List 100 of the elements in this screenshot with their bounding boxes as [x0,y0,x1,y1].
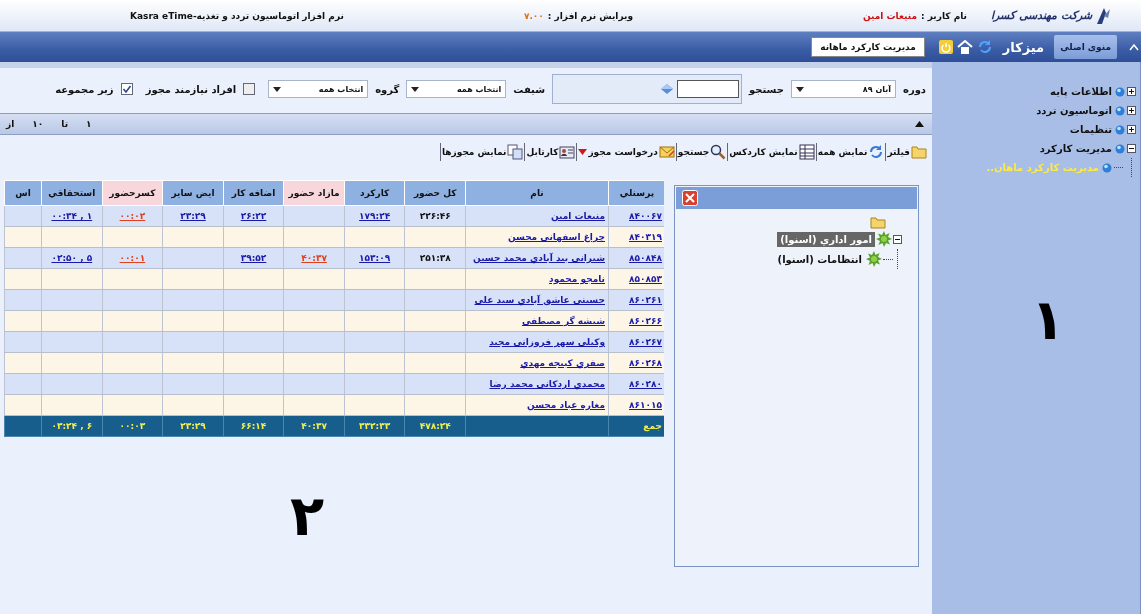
dropdown-caret-icon [578,149,588,155]
checkbox-label: زير مجموعه [55,83,114,95]
tree-node[interactable]: امور اداري (اسنوا) [777,231,875,247]
table-row[interactable]: ۸۶۰۲۸۰ محمدي اردکاني محمد رضا [4,373,664,395]
cell-link[interactable]: ۲۳:۲۹ [180,211,206,221]
checkbox-label: افراد نيازمند مجوز [145,83,237,95]
dropdown-field[interactable]: انتخاب همه [406,80,507,98]
table-row[interactable]: ۸۶۰۲۶۷ وکيلي سهر فروزاني مجيد [4,331,664,353]
burst-icon [866,251,882,267]
search-icon [710,144,727,160]
total-cell: جمع [608,415,664,437]
column-header[interactable]: اس [4,180,42,206]
expand-icon[interactable] [1127,106,1136,115]
column-header[interactable]: کارکرد [344,180,405,206]
table-row[interactable]: ۸۶۰۲۶۱ حسيني عاشق آبادي سيد علي [4,289,664,311]
column-header[interactable]: کسرحضور [102,180,163,206]
total-cell: ۴۷۸:۲۴ [404,415,466,437]
table-row[interactable]: ۸۴۰۳۱۹ چراغ اسفهاني محسن [4,226,664,248]
toolbar-button[interactable]: درخواست مجوز [576,143,676,161]
id-card-icon [559,144,576,160]
orb-icon [1115,105,1125,116]
orb-icon [1115,124,1125,135]
tree-node[interactable]: انتظامات (اسنوا) [774,251,865,267]
envelope-icon [658,144,675,160]
total-cell: ۳۳۲:۳۳ [344,415,405,437]
table-row[interactable]: ۸۶۰۲۶۸ صفري کبيجه مهدي [4,352,664,374]
total-cell: ۰۳:۲۴ , ۶ [41,415,103,437]
tree-item[interactable]: اطلاعات پايه [1049,86,1113,97]
table-row[interactable]: ۸۴۰۰۶۷ منيعات امين ۲۲۶:۴۶ ۱۷۹:۲۴ ۲۶:۲۲ ۲۳:۲۹ ۰۰:۰۲ ۰۰:۳۴ , ۱ [4,205,664,227]
chevron-icon[interactable] [1129,43,1139,51]
column-header[interactable]: کل حضور [404,180,466,206]
menu-tab[interactable]: منوی اصلی [1054,35,1117,59]
orb-icon [1115,86,1125,97]
dropdown-value: آبان ۸۹ [862,84,891,94]
column-header[interactable]: پرسنلي [608,180,664,206]
total-cell: ۴۰:۳۷ [283,415,345,437]
page-tab[interactable]: مديريت کارکرد ماهانه [811,37,925,57]
collapse-icon[interactable] [1127,144,1136,153]
caret-icon [411,86,420,92]
diamond-icon[interactable] [661,84,674,94]
dropdown-value: انتخاب همه [456,84,502,94]
home-icon[interactable] [956,40,973,54]
power-icon[interactable] [938,40,953,54]
pager-text: ۱ [86,119,92,129]
user-name: منيعات امين [863,10,917,21]
column-header[interactable]: نام [465,180,609,206]
expand-icon[interactable] [1127,87,1136,96]
caret-icon [796,86,804,92]
toolbar-button[interactable]: نمايش مجوزها [439,143,525,161]
field-label: گروه [375,83,400,95]
column-header[interactable]: مازاد حضور [283,180,345,206]
toolbar-button[interactable]: جستجو [675,143,728,161]
expand-icon[interactable] [1127,125,1136,134]
cell-link[interactable]: منيعات امين [551,211,605,221]
total-cell: ۲۳:۲۹ [162,415,224,437]
logo-icon [1095,6,1111,25]
table-row[interactable]: ۸۶۰۲۶۶ شيشه گر مصطفي [4,310,664,332]
toolbar-button[interactable]: نمايش کاردکس [727,143,816,161]
checkbox[interactable] [243,83,256,95]
annotation-number: ۱ [1030,292,1065,348]
table-row[interactable]: ۸۶۱۰۱۵ مغاره عباد محسن [4,394,664,416]
column-header[interactable]: ايض ساير [162,180,224,206]
dropdown-field[interactable]: انتخاب همه [268,80,369,98]
toolbar-button[interactable]: کارتابل [524,143,577,161]
refresh-icon [868,144,885,160]
tree-item[interactable]: تنظيمات [1068,124,1113,135]
table-row[interactable]: ۸۵۰۸۴۸ شيراني بيد آبادي محمد حسين ۲۵۱:۳۸ ۱۵۳:۰۹ ۴۰:۳۷ ۳۹:۵۲ ۰۰:۰۱ ۰۲:۵۰ , ۵ [4,247,664,269]
pager-text: تا [61,119,69,129]
burst-icon [876,231,892,247]
menu-tab[interactable]: ميزکار [996,35,1051,59]
orb-icon [1102,162,1112,173]
product-title: نرم افزار اتوماسيون تردد و تغذيه-Kasra eTime [130,10,344,21]
grid-icon [798,144,815,160]
folder-icon [911,144,927,160]
collapse-arrow-icon[interactable] [915,121,924,127]
pager-text: ۱۰ [32,119,44,129]
tree-item[interactable]: مديريت کارکرد [1038,143,1113,154]
search-field[interactable] [677,80,740,98]
copy-icon [507,144,524,160]
table-cell: ۲۵۱:۳۸ [404,247,466,269]
folder-icon [870,216,886,229]
version-number: ۷.۰۰ [523,10,544,21]
toolbar-button[interactable]: فيلتر [885,143,928,161]
total-cell: ۰۰:۰۳ [102,415,163,437]
table-row[interactable]: ۸۵۰۸۵۳ نامجو محمود [4,268,664,290]
total-cell: ۶۶:۱۴ [223,415,284,437]
column-header[interactable]: اضافه کار [223,180,284,206]
dropdown-value: انتخاب همه [318,84,364,94]
column-header[interactable]: استحقاقي [41,180,103,206]
dropdown-field[interactable]: آبان ۸۹ [791,80,896,98]
field-label: جستجو [749,83,784,95]
field-label: شيفت [513,83,546,95]
caret-icon [273,86,282,92]
tree-item[interactable]: اتوماسيون تردد [1035,105,1113,116]
close-icon[interactable] [682,190,698,206]
cell-link[interactable]: نامجو محمود [549,274,605,284]
collapse-icon[interactable] [893,234,902,244]
checkbox[interactable] [120,83,133,95]
user-label: نام کاربر : [921,10,967,21]
version-label: ويرايش نرم افزار : [547,10,633,21]
